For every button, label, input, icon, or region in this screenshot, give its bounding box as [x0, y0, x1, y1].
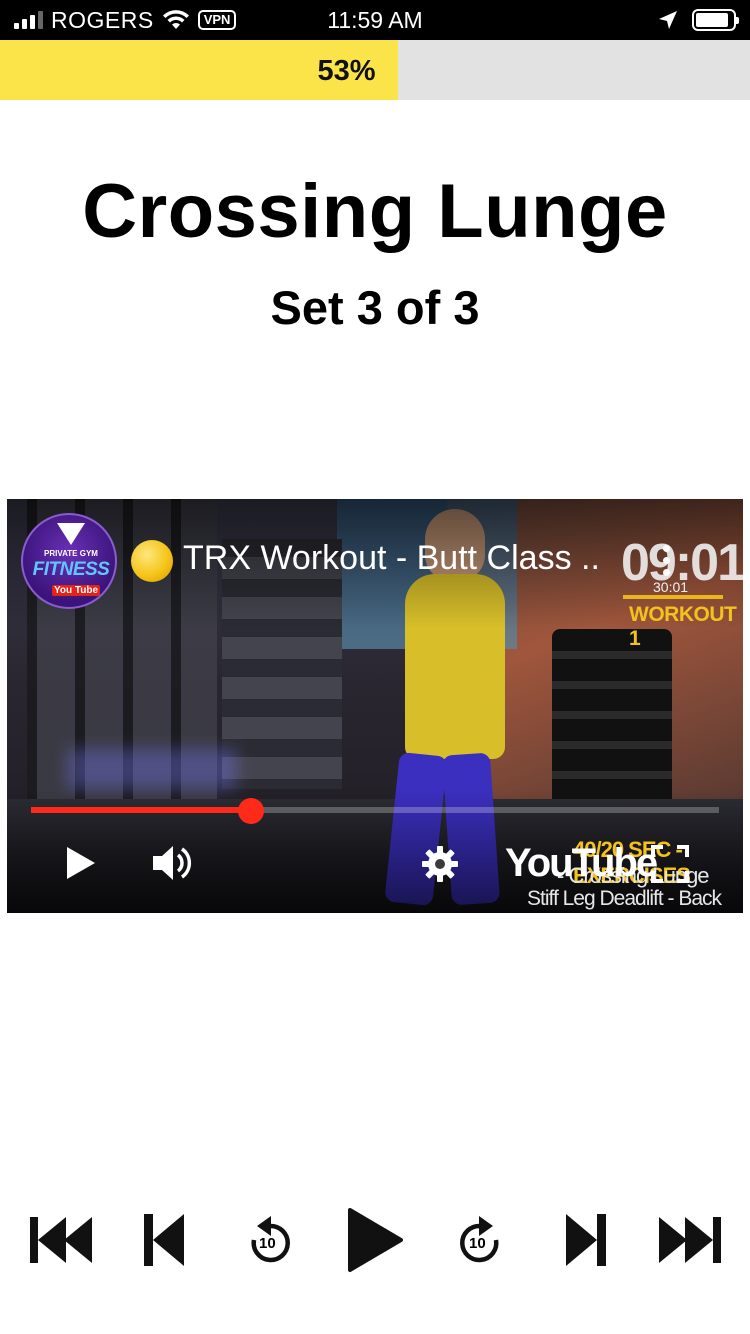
- video-play-icon[interactable]: [65, 845, 97, 881]
- rewind-10-icon: 10: [247, 1212, 293, 1268]
- progress-percent: 53%: [317, 55, 376, 87]
- video-seek-fill: [31, 807, 252, 813]
- logo-small-text: PRIVATE GYM: [44, 549, 98, 558]
- logo-shield-icon: [57, 523, 85, 545]
- timer-bar: [623, 595, 723, 599]
- logo-youtube-badge-text: You Tube: [52, 585, 101, 596]
- progress-fill: 53%: [0, 40, 398, 100]
- forward-10-button[interactable]: 10: [440, 1198, 520, 1282]
- skip-to-end-icon: [659, 1217, 721, 1263]
- set-counter: Set 3 of 3: [270, 281, 480, 334]
- previous-button[interactable]: [124, 1198, 204, 1282]
- rewind-10-button[interactable]: 10: [230, 1198, 310, 1282]
- logo-main-text: FITNESS: [32, 559, 110, 580]
- next-icon: [566, 1214, 606, 1266]
- battery-level: [696, 13, 729, 27]
- settings-gear-icon[interactable]: [421, 845, 459, 883]
- video-frame-light: [67, 749, 237, 789]
- playback-controls: 10 10: [0, 1198, 750, 1288]
- play-button[interactable]: [334, 1198, 414, 1282]
- rewind-10-label: 10: [259, 1235, 276, 1252]
- skip-to-end-button[interactable]: [650, 1198, 730, 1282]
- video-title[interactable]: TRX Workout - Butt Class ...: [183, 539, 603, 578]
- timer-small: 30:01: [653, 579, 689, 595]
- video-seek-bar[interactable]: [31, 798, 719, 824]
- skip-to-start-button[interactable]: [21, 1198, 101, 1282]
- yellow-circle-emoji-icon: [131, 540, 173, 582]
- workout-progress-bar: 53%: [0, 40, 750, 100]
- play-icon: [348, 1208, 403, 1272]
- channel-avatar[interactable]: PRIVATE GYM FITNESS You Tube: [21, 513, 117, 609]
- battery-icon: [692, 9, 739, 31]
- skip-to-start-icon: [30, 1217, 92, 1263]
- more-options-icon[interactable]: [663, 545, 671, 579]
- video-player[interactable]: PRIVATE GYM FITNESS You Tube TRX Workout…: [7, 499, 743, 913]
- logo-youtube-badge: You Tube: [52, 585, 101, 596]
- fullscreen-icon[interactable]: [651, 845, 689, 883]
- exercise-title: Crossing Lunge: [82, 169, 668, 254]
- next-button[interactable]: [546, 1198, 626, 1282]
- forward-10-icon: 10: [457, 1212, 503, 1268]
- video-timer-overlay: 09:01 30:01 WORKOUT 1: [613, 525, 743, 650]
- video-seek-handle[interactable]: [238, 798, 265, 824]
- previous-icon: [144, 1214, 184, 1266]
- status-bar: ROGERS VPN 11:59 AM: [0, 0, 750, 40]
- workout-label: WORKOUT 1: [629, 603, 737, 650]
- video-overlay-line-3: Stiff Leg Deadlift - Back Lunge: [527, 887, 722, 913]
- location-arrow-icon: [659, 11, 677, 29]
- status-time: 11:59 AM: [327, 7, 423, 33]
- status-right: [658, 0, 739, 40]
- youtube-logo[interactable]: YouTube: [505, 841, 658, 886]
- forward-10-label: 10: [469, 1235, 486, 1252]
- volume-icon[interactable]: [151, 843, 195, 883]
